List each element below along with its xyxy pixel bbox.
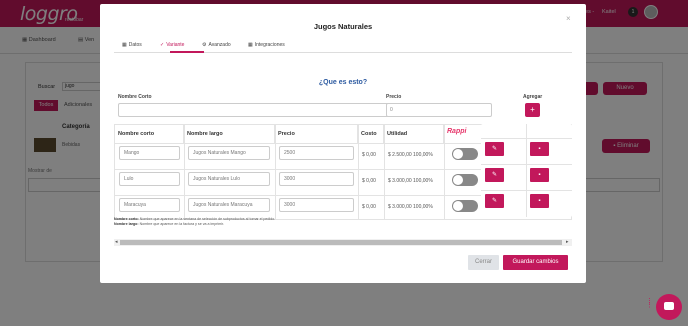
nombre-corto-cell-2[interactable]: Lulo <box>119 172 180 186</box>
precio-cell-1[interactable]: 2500 <box>279 146 354 160</box>
trash-icon: ▪ <box>538 198 541 204</box>
header-precio: Precio <box>275 125 358 143</box>
trash-icon: ▪ <box>538 146 541 152</box>
scroll-right-icon[interactable]: ▸ <box>566 239 569 246</box>
nombre-largo-cell-3[interactable]: Jugos Naturales Maracuya <box>188 198 270 212</box>
precio-cell-3[interactable]: 3000 <box>279 198 354 212</box>
edit-variant-button-3[interactable]: ✎ <box>485 194 504 208</box>
nombre-largo-cell-1[interactable]: Jugos Naturales Mango <box>188 146 270 160</box>
delete-variant-button-2[interactable]: ▪ <box>530 168 549 182</box>
nombre-corto-cell-3[interactable]: Maracuya <box>119 198 180 212</box>
actions-row-divider <box>481 190 572 191</box>
tab-avanzado[interactable]: ⚙ Avanzado <box>202 42 231 48</box>
rappi-logo: Rappi <box>447 128 467 135</box>
agregar-label: Agregar <box>523 94 543 100</box>
column-divider <box>275 125 276 219</box>
delete-variant-button-1[interactable]: ▪ <box>530 142 549 156</box>
pencil-icon: ✎ <box>491 146 498 152</box>
header-nombre-corto: Nombre corto <box>115 125 184 143</box>
nombre-corto-cell-1[interactable]: Mango <box>119 146 180 160</box>
rappi-toggle-3[interactable] <box>452 200 478 212</box>
horizontal-scrollbar[interactable]: ◂ ▸ <box>114 239 572 246</box>
check-icon: ✓ <box>160 42 165 48</box>
costo-cell-1: $ 0,00 <box>362 152 376 158</box>
costo-cell-3: $ 0,00 <box>362 204 376 210</box>
actions-row-divider <box>481 138 572 139</box>
close-icon[interactable]: × <box>566 14 571 23</box>
scrollbar-thumb[interactable] <box>120 240 562 245</box>
rappi-toggle-1[interactable] <box>452 148 478 160</box>
edit-variant-button-2[interactable]: ✎ <box>485 168 504 182</box>
datos-icon: ▦ <box>122 42 127 48</box>
trash-icon: ▪ <box>538 172 541 178</box>
precio-input[interactable]: 0 <box>386 103 492 117</box>
chat-widget-button[interactable] <box>656 294 682 320</box>
utilidad-cell-2: $ 3.000,00 100,00% <box>388 178 433 184</box>
edit-variant-button-1[interactable]: ✎ <box>485 142 504 156</box>
actions-row-divider <box>481 164 572 165</box>
nombre-corto-label: Nombre Corto <box>118 94 152 100</box>
costo-cell-2: $ 0,00 <box>362 178 376 184</box>
nombre-largo-cell-2[interactable]: Jugos Naturales Lulo <box>188 172 270 186</box>
active-tab-indicator <box>170 51 204 53</box>
chat-handle-icon[interactable]: ⋮ ⋮ <box>646 298 653 309</box>
column-divider <box>358 125 359 219</box>
integrations-icon: ▦ <box>248 42 253 48</box>
tab-variante[interactable]: ✓ Variante <box>160 42 184 48</box>
utilidad-cell-1: $ 2.500,00 100,00% <box>388 152 433 158</box>
add-variant-button[interactable]: + <box>525 103 540 117</box>
gear-icon: ⚙ <box>202 42 207 48</box>
column-divider <box>184 125 185 219</box>
delete-variant-button-3[interactable]: ▪ <box>530 194 549 208</box>
guardar-cambios-button[interactable]: Guardar cambios <box>503 255 568 270</box>
pencil-icon: ✎ <box>491 198 498 204</box>
que-es-esto-link[interactable]: ¿Que es esto? <box>100 79 586 86</box>
cerrar-button[interactable]: Cerrar <box>468 255 499 270</box>
tab-datos[interactable]: ▦ Datos <box>122 42 142 48</box>
header-costo: Costo <box>358 125 384 143</box>
note-nombre-largo: Nombre largo: Nombre que aparece en la f… <box>114 222 225 226</box>
header-rappi: Rappi <box>444 125 484 143</box>
column-divider <box>384 125 385 219</box>
precio-cell-2[interactable]: 3000 <box>279 172 354 186</box>
utilidad-cell-3: $ 3.000,00 100,00% <box>388 204 433 210</box>
tab-integraciones[interactable]: ▦ Integraciones <box>248 42 285 48</box>
header-nombre-largo: Nombre largo <box>184 125 275 143</box>
precio-label: Precio <box>386 94 402 100</box>
note-nombre-corto: Nombre corto: Nombre que aparece en la v… <box>114 217 276 221</box>
modal-title: Jugos Naturales <box>313 22 373 31</box>
scroll-left-icon[interactable]: ◂ <box>115 239 118 246</box>
pencil-icon: ✎ <box>491 172 498 178</box>
header-utilidad: Utilidad <box>384 125 444 143</box>
rappi-toggle-2[interactable] <box>452 174 478 186</box>
column-divider <box>444 125 445 219</box>
modal-tabs: ▦ Datos ✓ Variante ⚙ Avanzado ▦ Integracione… <box>114 38 572 53</box>
